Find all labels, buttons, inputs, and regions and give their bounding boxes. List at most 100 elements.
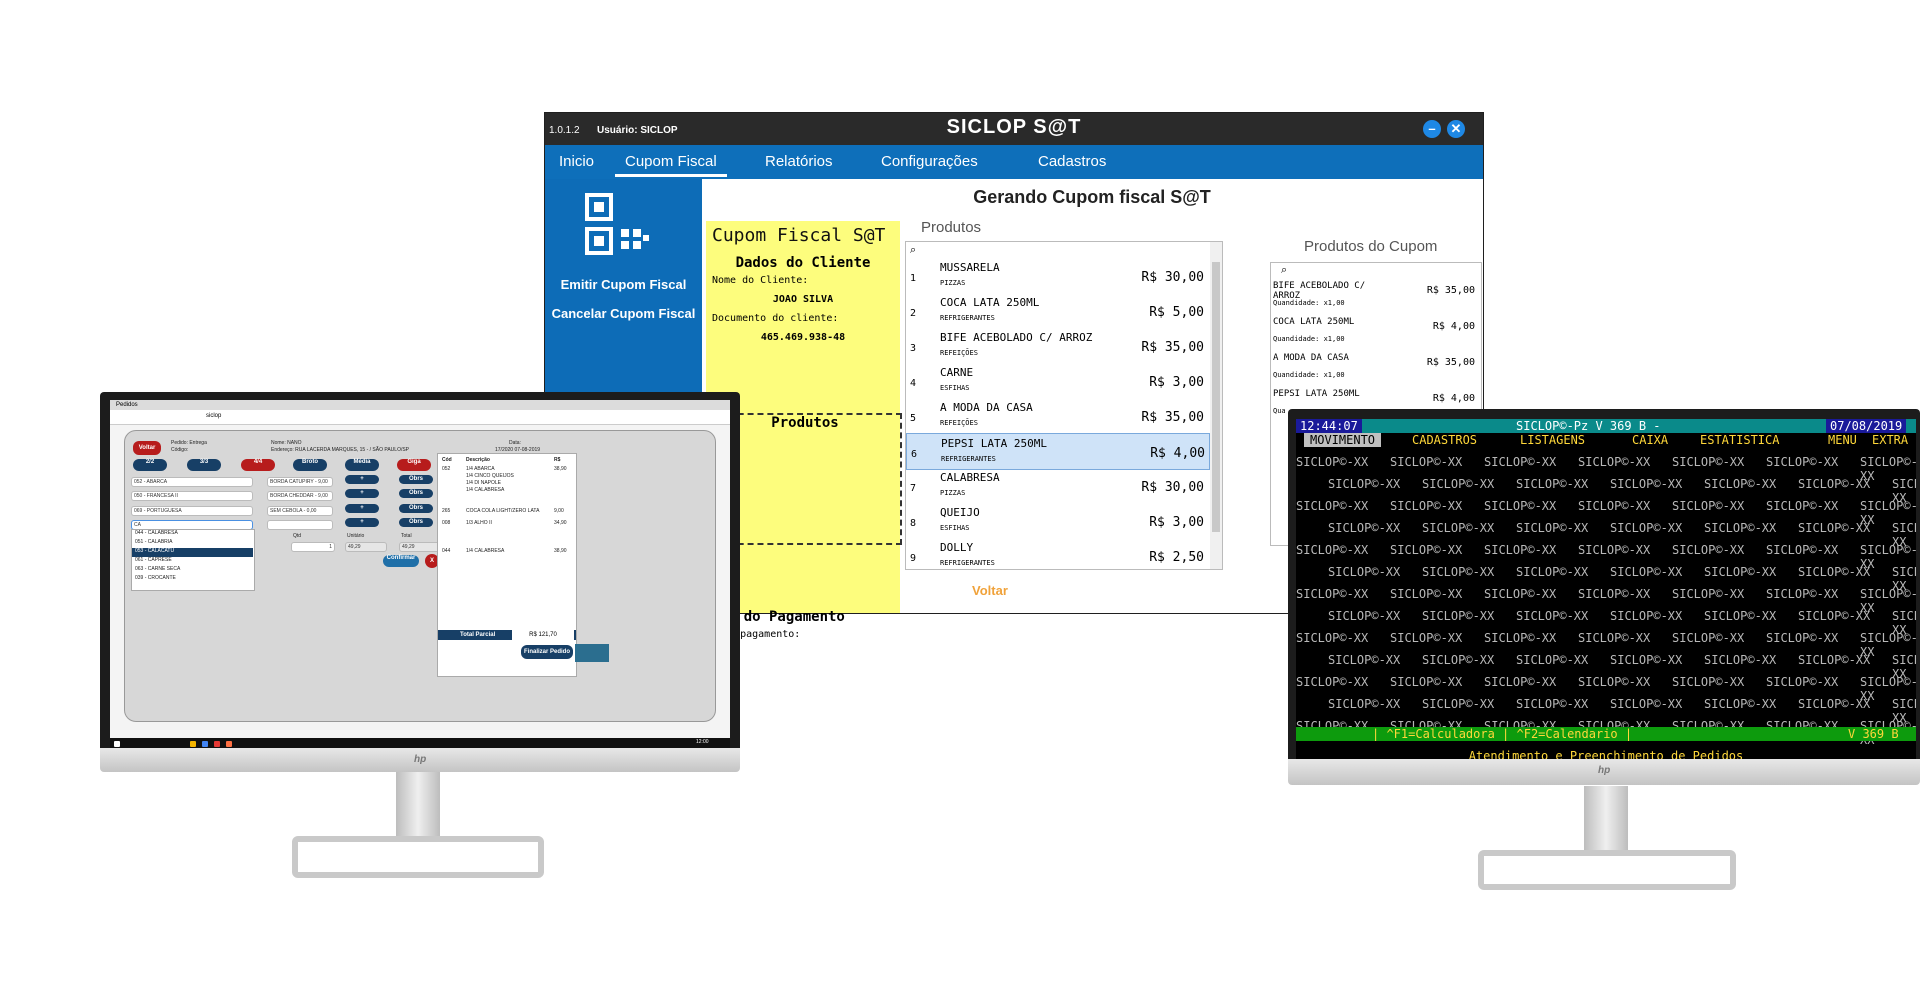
watermark-text: SICLOP©-XX: [1610, 477, 1683, 491]
product-row[interactable]: 6 PEPSI LATA 250ML REFRIGERANTES R$ 4,00: [906, 433, 1210, 470]
product-row[interactable]: 9 DOLLY REFRIGERANTES R$ 2,50: [906, 538, 1208, 569]
watermark-text: SICLOP©-XX: [1296, 675, 1369, 689]
app-icon[interactable]: [226, 741, 232, 747]
product-row[interactable]: 8 QUEIJO ESFIHAS R$ 3,00: [906, 503, 1208, 538]
product-name: DOLLY: [940, 541, 974, 554]
cupom-item[interactable]: A MODA DA CASA R$ 35,00 Quandidade: x1,00: [1273, 353, 1477, 388]
produtos-header: Produtos: [921, 219, 982, 236]
product-price: R$ 35,00: [1141, 340, 1204, 355]
menu-configuracoes[interactable]: Configurações: [881, 153, 978, 170]
product-name: A MODA DA CASA: [940, 401, 1033, 414]
app-icon[interactable]: [190, 741, 196, 747]
produtos-list[interactable]: ⌕ 1 MUSSARELA PIZZAS R$ 30,00 2 COCA LATA 250…: [905, 241, 1223, 570]
menu-relatorios[interactable]: Relatórios: [765, 153, 833, 170]
size-broto[interactable]: Broto: [293, 459, 327, 471]
borda-field[interactable]: [267, 520, 333, 530]
size-media[interactable]: Média: [345, 459, 379, 471]
borda-field[interactable]: BORDA CHEDDAR - 9,00: [267, 491, 333, 501]
total-parcial-label: Total Parcial: [460, 632, 496, 638]
cancelar-cupom-button[interactable]: Cancelar Cupom Fiscal: [545, 306, 702, 321]
watermark-text: SICLOP©-XX: [1484, 499, 1557, 513]
product-row[interactable]: 1 MUSSARELA PIZZAS R$ 30,00: [906, 258, 1208, 293]
size-2-2[interactable]: 2/2: [133, 459, 167, 471]
menu-extra[interactable]: EXTRA: [1872, 433, 1908, 447]
qtd-field[interactable]: 1: [291, 542, 335, 552]
size-giga[interactable]: Giga: [397, 459, 431, 471]
obs-button[interactable]: Obrs: [399, 504, 433, 513]
watermark-text: SICLOP©-XX: [1704, 521, 1777, 535]
dropdown-option[interactable]: 063 - CARNE SECA: [132, 566, 253, 575]
main-menu: Inicio Cupom Fiscal Relatórios Configura…: [545, 145, 1483, 179]
watermark-text: SICLOP©-XX: [1672, 455, 1745, 469]
product-name: COCA LATA 250ML: [940, 296, 1040, 309]
voltar-button[interactable]: Voltar: [133, 441, 161, 455]
borda-field[interactable]: SEM CEBOLA - 0,00: [267, 506, 333, 516]
cupom-item-name: A MODA DA CASA: [1273, 353, 1349, 363]
product-row[interactable]: 2 COCA LATA 250ML REFRIGERANTES R$ 5,00: [906, 293, 1208, 328]
row-number: 8: [910, 518, 917, 529]
dropdown-option[interactable]: 053 - CALACATU: [132, 548, 253, 557]
item-desc: 1/4 CINCO QUEIJOS: [466, 473, 514, 479]
address-bar[interactable]: siclop: [110, 410, 730, 425]
size-3-3[interactable]: 3/3: [187, 459, 221, 471]
add-button[interactable]: +: [345, 504, 379, 513]
finalizar-button[interactable]: Finalizar Pedido: [521, 645, 573, 659]
col-cod: Cód: [442, 457, 452, 463]
dropdown-option[interactable]: 061 - CAPRESE: [132, 557, 253, 566]
product-category: PIZZAS: [940, 279, 966, 287]
flavor-field[interactable]: 050 - FRANCESA II: [131, 491, 253, 501]
menu-cadastros[interactable]: Cadastros: [1038, 153, 1106, 170]
emitir-cupom-button[interactable]: Emitir Cupom Fiscal: [545, 277, 702, 292]
flavor-field[interactable]: 052 - ABARCA: [131, 477, 253, 487]
search-icon[interactable]: ⌕: [1281, 264, 1287, 277]
obs-button[interactable]: Obrs: [399, 518, 433, 527]
minimize-icon[interactable]: –: [1423, 120, 1441, 138]
watermark-text: SICLOP©-XX: [1578, 455, 1651, 469]
confirmar-button[interactable]: Confirmar: [383, 555, 419, 567]
dropdown-option[interactable]: 039 - CROCANTE: [132, 575, 253, 584]
menu-listagens[interactable]: LISTAGENS: [1520, 433, 1585, 447]
menu-caixa[interactable]: CAIXA: [1632, 433, 1668, 447]
item-code: 052: [442, 466, 451, 472]
voltar-button[interactable]: Voltar: [972, 583, 1008, 598]
product-row[interactable]: 4 CARNE ESFIHAS R$ 3,00: [906, 363, 1208, 398]
add-button[interactable]: +: [345, 475, 379, 484]
item-code: 044: [442, 548, 451, 554]
watermark-text: SICLOP©-XX: [1328, 697, 1401, 711]
watermark-text: SICLOP©-XX: [1296, 543, 1369, 557]
watermark-text: SICLOP©-XX: [1766, 631, 1839, 645]
obs-button[interactable]: Obrs: [399, 489, 433, 498]
close-icon[interactable]: ✕: [1447, 120, 1465, 138]
menu-cadastros[interactable]: CADASTROS: [1412, 433, 1477, 447]
size-4-4[interactable]: 4/4: [241, 459, 275, 471]
watermark-text: SICLOP©-XX: [1610, 565, 1683, 579]
cupom-item[interactable]: COCA LATA 250ML R$ 4,00 Quandidade: x1,00: [1273, 317, 1477, 352]
obs-button[interactable]: Obrs: [399, 475, 433, 484]
search-icon[interactable]: ⌕: [910, 244, 916, 257]
menu-estatistica[interactable]: ESTATISTICA: [1700, 433, 1779, 447]
flavor-dropdown[interactable]: 044 - CALABRESA 051 - CALABRIA 053 - CALAC…: [131, 529, 255, 591]
menu-menu[interactable]: MENU: [1828, 433, 1857, 447]
borda-field[interactable]: BORDA CATUPIRY - 9,00: [267, 477, 333, 487]
dropdown-option[interactable]: 044 - CALABRESA: [132, 530, 253, 539]
windows-icon[interactable]: [114, 741, 120, 747]
dropdown-option[interactable]: 051 - CALABRIA: [132, 539, 253, 548]
menu-cupom-fiscal[interactable]: Cupom Fiscal: [615, 153, 727, 177]
add-button[interactable]: +: [345, 489, 379, 498]
cupom-item[interactable]: BIFE ACEBOLADO C/ ARROZ R$ 35,00 Quandidad…: [1273, 281, 1477, 316]
address-text[interactable]: siclop: [206, 413, 221, 419]
product-row[interactable]: 7 CALABRESA PIZZAS R$ 30,00: [906, 468, 1208, 503]
app-icon[interactable]: [202, 741, 208, 747]
browser-tab[interactable]: Pedidos: [116, 402, 138, 408]
item-desc: 1/4 CALABRESA: [466, 548, 505, 554]
product-row[interactable]: 5 A MODA DA CASA REFEIÇÕES R$ 35,00: [906, 398, 1208, 433]
flavor-field[interactable]: 069 - PORTUGUESA: [131, 506, 253, 516]
scrollbar[interactable]: [1210, 242, 1222, 569]
menu-movimento[interactable]: MOVIMENTO: [1304, 433, 1382, 447]
scroll-thumb[interactable]: [1212, 262, 1220, 532]
add-button[interactable]: +: [345, 518, 379, 527]
app-icon[interactable]: [214, 741, 220, 747]
menu-inicio[interactable]: Inicio: [559, 153, 594, 170]
product-row[interactable]: 3 BIFE ACEBOLADO C/ ARROZ REFEIÇÕES R$ 35,0…: [906, 328, 1208, 363]
pdv-app: Voltar Pedido: Entrega Código: Nome: NAN…: [124, 430, 716, 722]
